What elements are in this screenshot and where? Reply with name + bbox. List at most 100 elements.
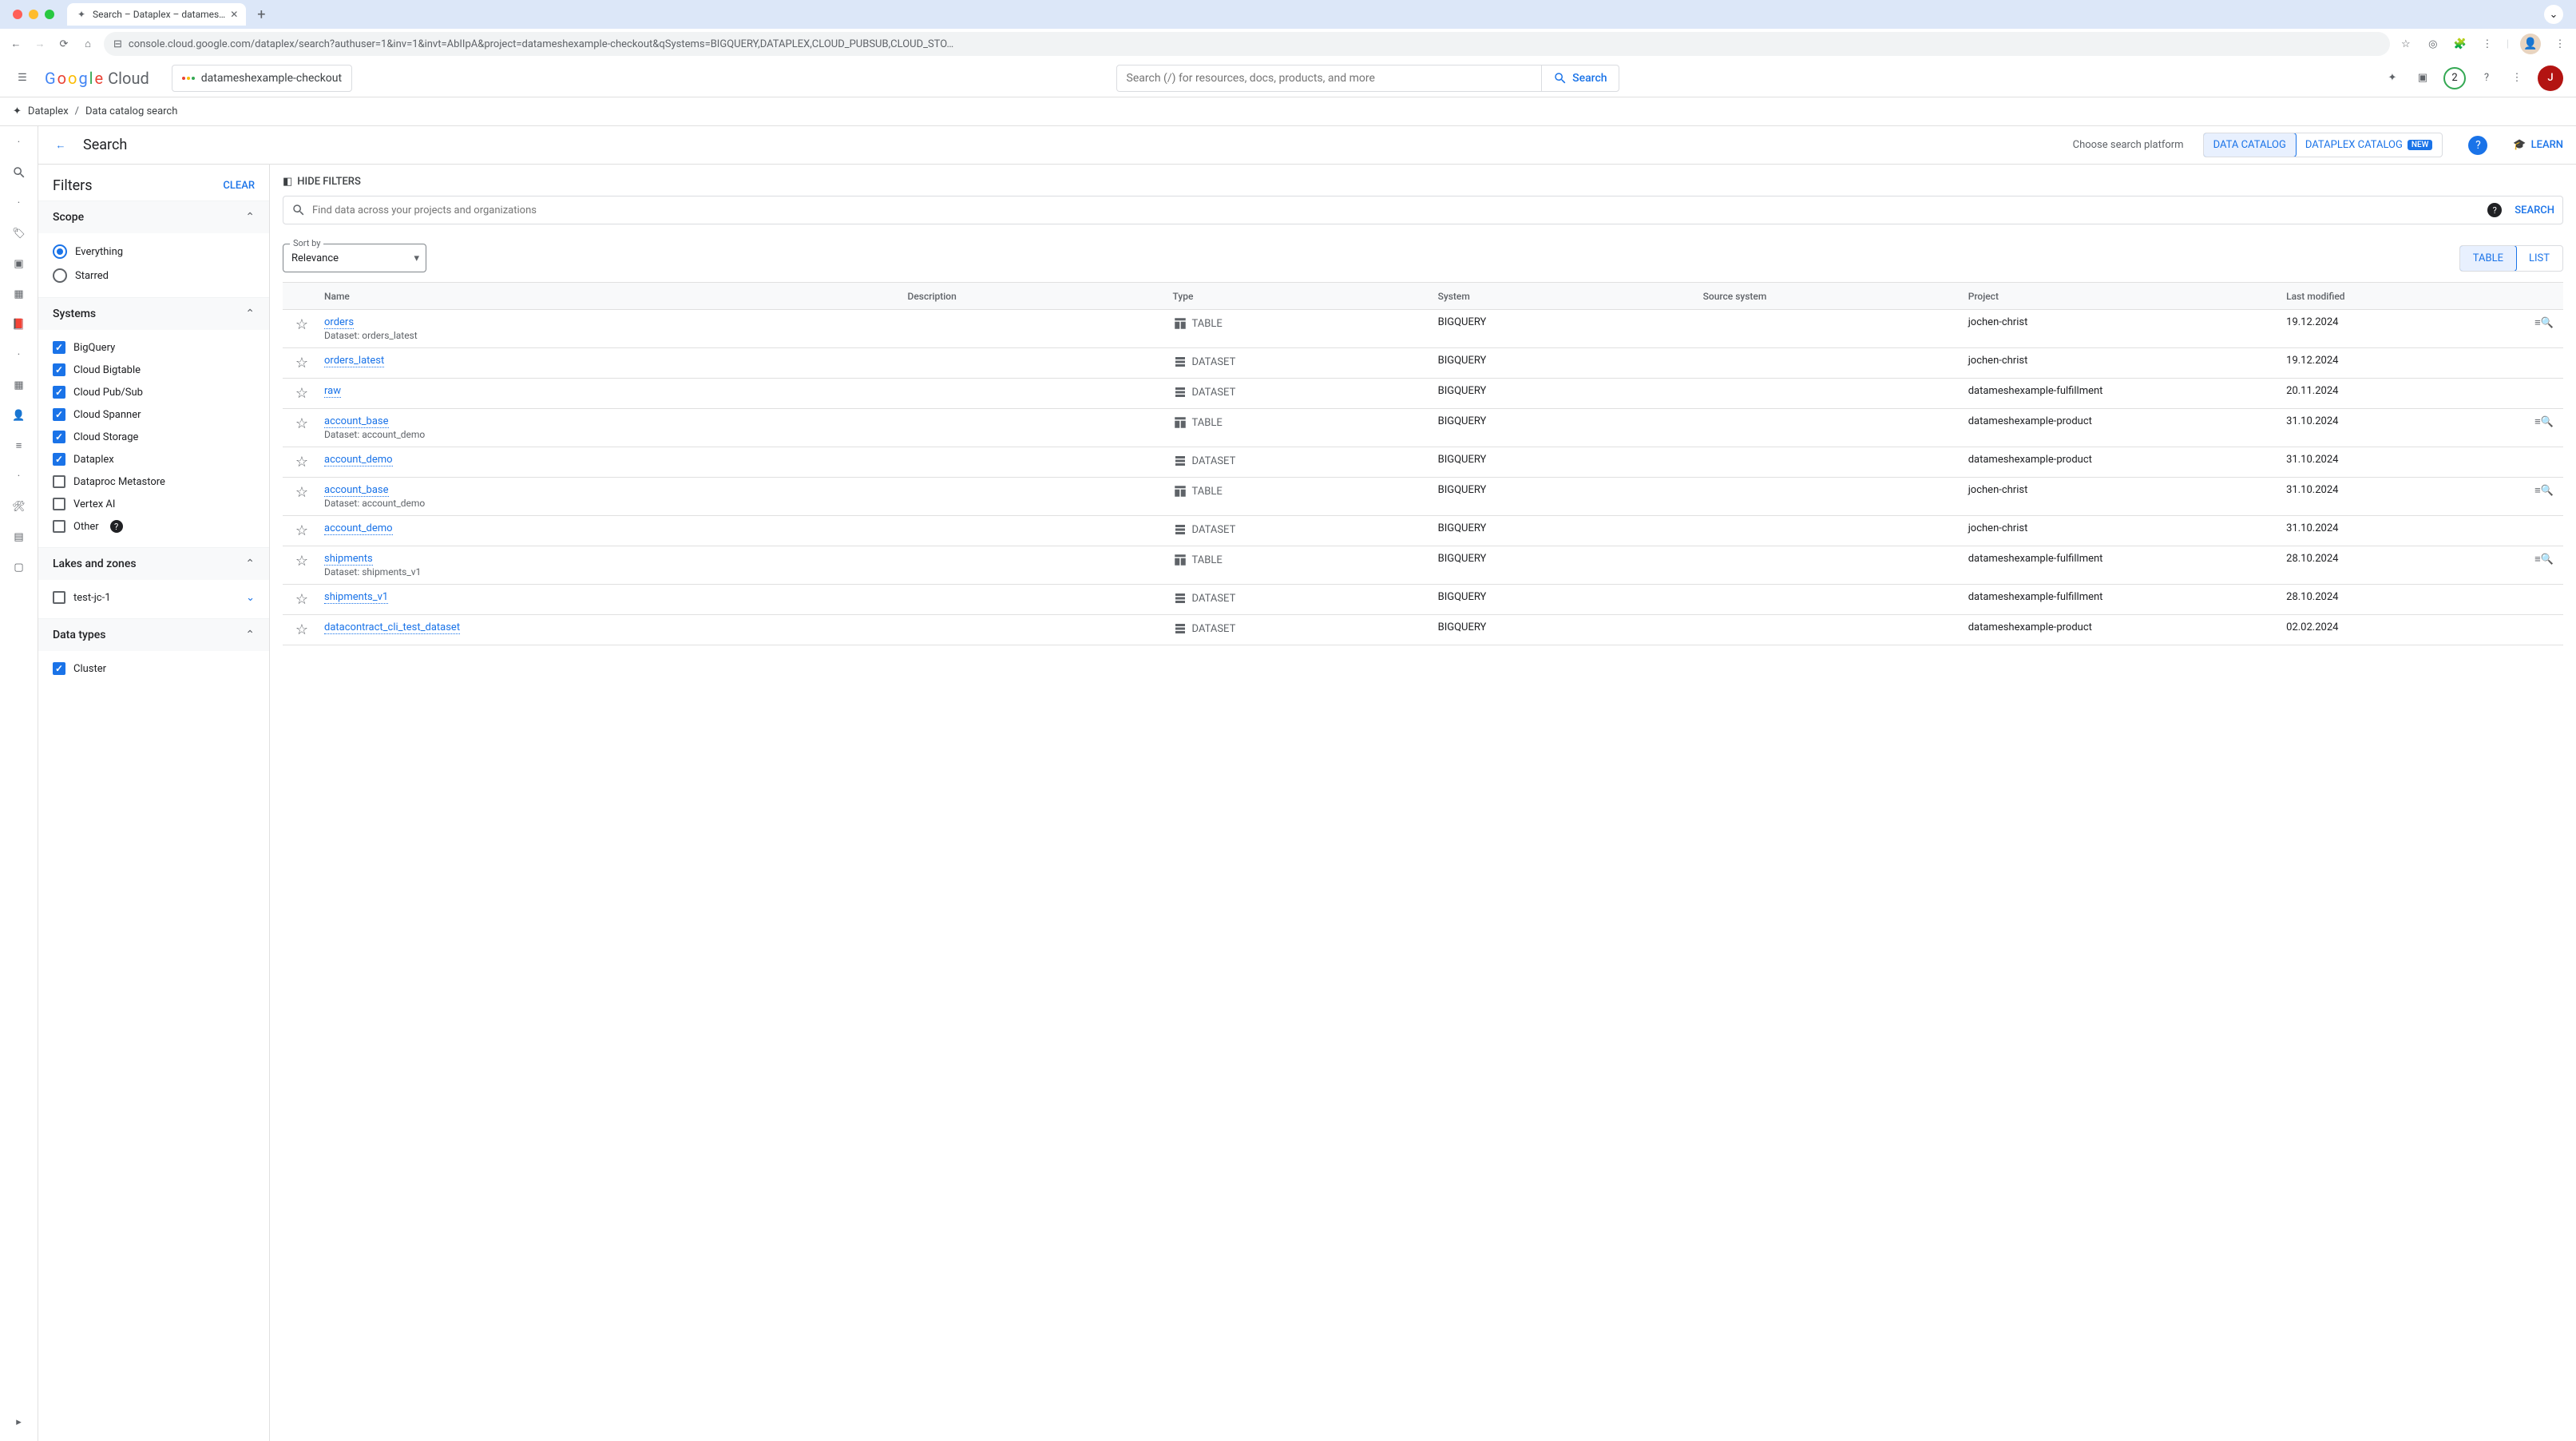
rail-layers-icon[interactable]: ▣ [10, 254, 29, 273]
lake-checkbox[interactable]: test-jc-1⌄ [53, 586, 255, 609]
rail-list-icon[interactable]: ≡ [10, 436, 29, 455]
gcp-search-button[interactable]: Search [1541, 66, 1618, 91]
profile-avatar[interactable]: 👤 [2520, 34, 2541, 54]
star-icon[interactable]: ☆ [283, 522, 321, 539]
star-icon[interactable]: ☆ [283, 591, 321, 608]
user-avatar[interactable]: J [2538, 66, 2563, 91]
rail-dot4-icon[interactable]: · [10, 466, 29, 486]
star-icon[interactable]: ☆ [283, 316, 321, 333]
scope-starred[interactable]: Starred [53, 264, 255, 288]
rail-book-icon[interactable]: 📕 [10, 315, 29, 334]
system-checkbox[interactable]: Cloud Storage [53, 426, 255, 448]
nav-menu-icon[interactable]: ☰ [13, 69, 32, 88]
system-checkbox[interactable]: Cloud Pub/Sub [53, 381, 255, 403]
result-name-link[interactable]: account_base [324, 415, 389, 428]
rail-tools-icon[interactable]: 🛠 [10, 497, 29, 516]
system-checkbox[interactable]: Other? [53, 515, 255, 538]
window-minimize[interactable] [29, 10, 38, 19]
star-icon[interactable]: ☆ [283, 553, 321, 570]
results-search-button[interactable]: SEARCH [2515, 204, 2554, 216]
datatype-checkbox[interactable]: Cluster [53, 657, 255, 680]
gcp-search-input[interactable] [1117, 66, 1542, 91]
rail-dot-icon[interactable]: · [10, 133, 29, 152]
chrome-dropdown-icon[interactable]: ⌄ [2544, 5, 2563, 24]
help-icon[interactable]: ? [2477, 69, 2496, 88]
result-name-link[interactable]: datacontract_cli_test_dataset [324, 621, 460, 634]
rail-grid2-icon[interactable]: ▦ [10, 375, 29, 395]
help-icon[interactable]: ? [110, 520, 123, 533]
overflow-icon[interactable]: ⋮ [2507, 69, 2526, 88]
project-picker[interactable]: datameshexample-checkout [172, 65, 352, 92]
system-checkbox[interactable]: BigQuery [53, 336, 255, 359]
extensions-icon[interactable]: 🧩 [2452, 36, 2468, 52]
star-icon[interactable]: ☆ [283, 385, 321, 402]
result-name-link[interactable]: shipments [324, 553, 373, 566]
filters-clear-button[interactable]: CLEAR [223, 180, 255, 192]
cloud-shell-icon[interactable]: ▣ [2413, 69, 2432, 88]
window-maximize[interactable] [45, 10, 54, 19]
search-help-icon[interactable]: ? [2487, 203, 2502, 217]
star-icon[interactable]: ☆ [283, 454, 321, 470]
opt-data-catalog[interactable]: DATA CATALOG [2203, 133, 2297, 157]
result-name-link[interactable]: account_demo [324, 522, 393, 535]
gcp-logo[interactable]: Google Cloud [45, 69, 149, 88]
results-search-input[interactable] [312, 204, 2481, 216]
opt-dataplex-catalog[interactable]: DATAPLEX CATALOG NEW [2296, 133, 2443, 157]
window-close[interactable] [13, 10, 22, 19]
chevron-down-icon[interactable]: ⌄ [246, 592, 255, 604]
close-icon[interactable]: ✕ [230, 9, 238, 20]
rail-grid-icon[interactable]: ▦ [10, 284, 29, 304]
back-arrow-icon[interactable]: ← [51, 136, 70, 155]
rail-doc-icon[interactable]: ▢ [10, 558, 29, 577]
system-checkbox[interactable]: Vertex AI [53, 493, 255, 515]
rail-search-icon[interactable] [10, 163, 29, 182]
result-name-link[interactable]: shipments_v1 [324, 591, 388, 604]
view-table-button[interactable]: TABLE [2459, 245, 2517, 272]
rail-expand-icon[interactable]: ▸ [10, 1412, 29, 1431]
row-action-icon[interactable]: ≡🔍 [2525, 316, 2563, 329]
system-checkbox[interactable]: Cloud Spanner [53, 403, 255, 426]
section-lakes-head[interactable]: Lakes and zones ⌃ [38, 547, 269, 580]
chrome-overflow-icon[interactable]: ⋮ [2552, 36, 2568, 52]
header-help-icon[interactable]: ? [2468, 136, 2487, 155]
result-name-link[interactable]: account_demo [324, 454, 393, 466]
system-checkbox[interactable]: Dataplex [53, 448, 255, 470]
star-icon[interactable]: ☆ [283, 415, 321, 432]
site-info-icon[interactable]: ⊟ [113, 38, 122, 50]
result-name-link[interactable]: raw [324, 385, 341, 398]
reload-icon[interactable]: ⟳ [56, 36, 72, 52]
lens-icon[interactable]: ◎ [2425, 36, 2441, 52]
breadcrumb-root[interactable]: Dataplex [28, 105, 69, 117]
section-scope-head[interactable]: Scope ⌃ [38, 200, 269, 233]
hide-filters-button[interactable]: ◧ HIDE FILTERS [283, 176, 361, 188]
learn-button[interactable]: 🎓 LEARN [2513, 139, 2563, 151]
new-tab-button[interactable]: + [252, 6, 270, 23]
sortby-select[interactable]: Sort by Relevance ▾ [283, 244, 426, 272]
gemini-icon[interactable]: ✦ [2383, 69, 2402, 88]
browser-tab[interactable]: ✦ Search – Dataplex – datames… ✕ [67, 3, 246, 26]
star-icon[interactable]: ☆ [283, 621, 321, 638]
notifications-badge[interactable]: 2 [2443, 67, 2466, 89]
star-icon[interactable]: ☆ [283, 484, 321, 501]
rail-dot3-icon[interactable]: · [10, 345, 29, 364]
row-action-icon[interactable]: ≡🔍 [2525, 415, 2563, 428]
system-checkbox[interactable]: Dataproc Metastore [53, 470, 255, 493]
rail-user-icon[interactable]: 👤 [10, 406, 29, 425]
system-checkbox[interactable]: Cloud Bigtable [53, 359, 255, 381]
row-action-icon[interactable]: ≡🔍 [2525, 484, 2563, 497]
home-icon[interactable]: ⌂ [80, 36, 96, 52]
back-icon[interactable]: ← [8, 36, 24, 52]
section-datatypes-head[interactable]: Data types ⌃ [38, 618, 269, 651]
section-systems-head[interactable]: Systems ⌃ [38, 297, 269, 330]
chrome-menu-icon[interactable]: ⋮ [2479, 36, 2495, 52]
result-name-link[interactable]: account_base [324, 484, 389, 497]
star-icon[interactable]: ☆ [283, 355, 321, 371]
omnibox[interactable]: ⊟ console.cloud.google.com/dataplex/sear… [104, 32, 2390, 56]
scope-everything[interactable]: Everything [53, 240, 255, 264]
rail-chart-icon[interactable]: ▤ [10, 527, 29, 546]
result-name-link[interactable]: orders [324, 316, 354, 329]
view-list-button[interactable]: LIST [2516, 246, 2562, 271]
result-name-link[interactable]: orders_latest [324, 355, 384, 367]
rail-tag-icon[interactable]: 🏷 [10, 224, 29, 243]
bookmark-icon[interactable]: ☆ [2398, 36, 2414, 52]
